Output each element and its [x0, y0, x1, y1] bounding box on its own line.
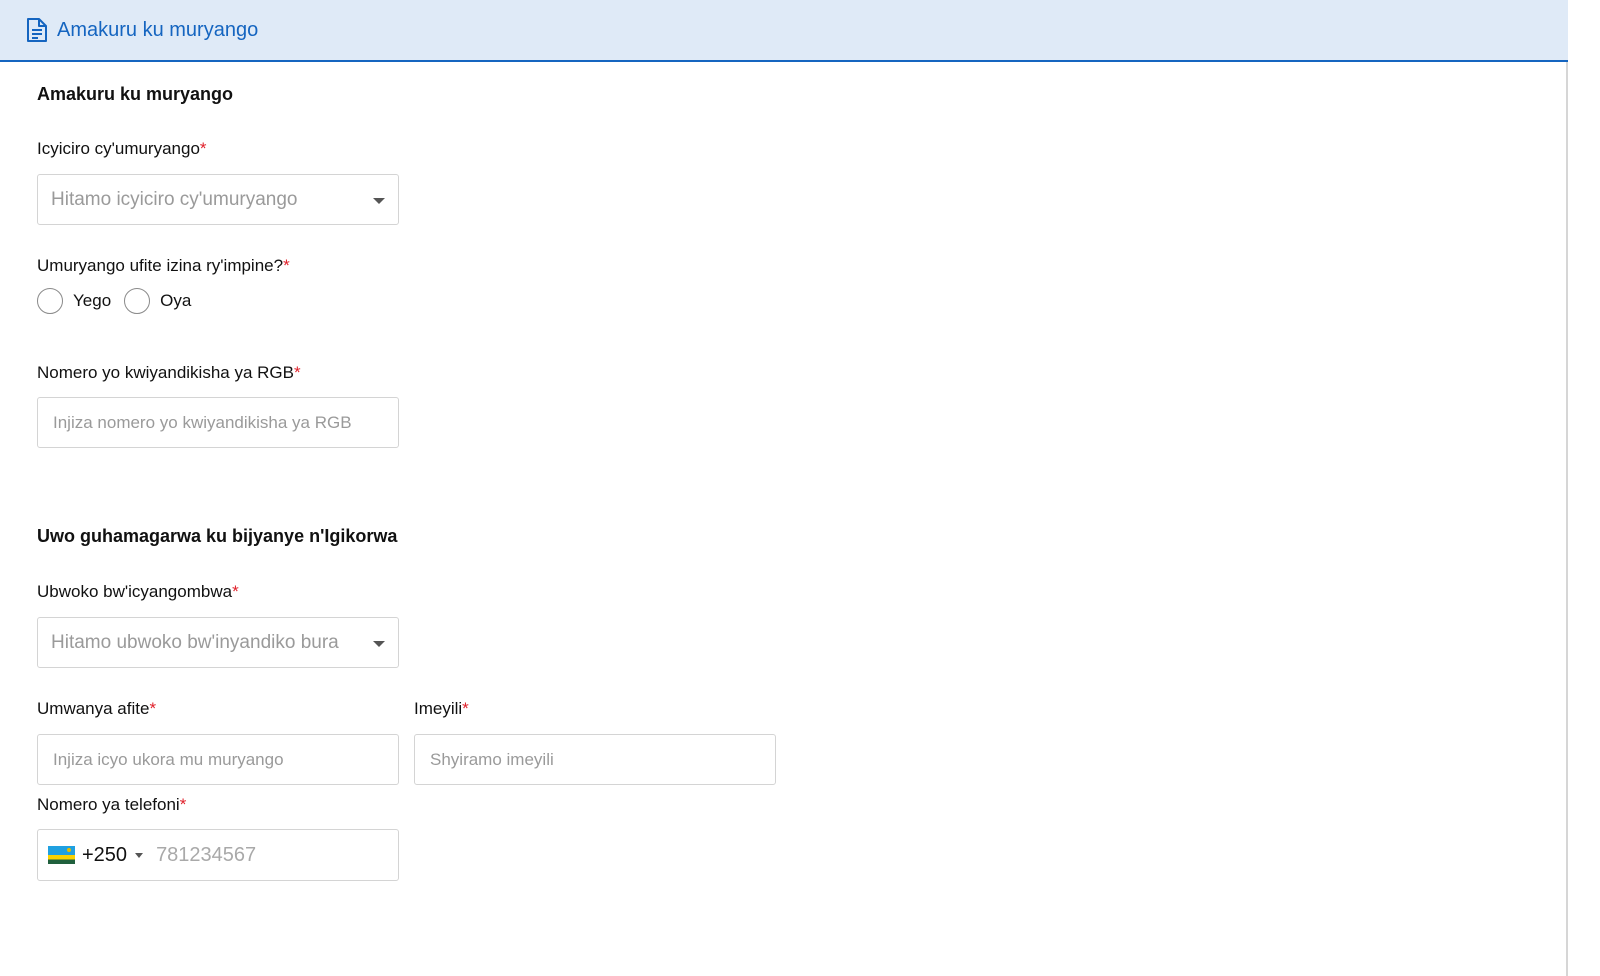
- radio-no-label[interactable]: Oya: [160, 291, 191, 311]
- document-type-label-text: Ubwoko bw'icyangombwa: [37, 582, 233, 601]
- document-type-select[interactable]: Hitamo ubwoko bw'inyandiko bura: [37, 617, 399, 668]
- email-label-text: Imeyili: [414, 699, 463, 718]
- phone-field: +250: [37, 829, 399, 881]
- other-name-radio-group: Yego Oya: [37, 288, 204, 314]
- chevron-down-icon: [373, 641, 385, 647]
- required-marker: *: [462, 699, 469, 718]
- category-label-text: Icyiciro cy'umuryango: [37, 139, 200, 158]
- radio-yes[interactable]: [37, 288, 63, 314]
- radio-yes-label[interactable]: Yego: [73, 291, 111, 311]
- category-select[interactable]: Hitamo icyiciro cy'umuryango: [37, 174, 399, 225]
- other-name-label: Umuryango ufite izina ry'impine?*: [37, 256, 290, 276]
- phone-label: Nomero ya telefoni*: [37, 795, 186, 815]
- category-select-placeholder: Hitamo icyiciro cy'umuryango: [51, 188, 298, 210]
- panel-right-border: [1566, 62, 1568, 976]
- rwanda-flag-icon[interactable]: [48, 846, 75, 864]
- document-type-label: Ubwoko bw'icyangombwa*: [37, 582, 239, 602]
- required-marker: *: [232, 582, 239, 601]
- required-marker: *: [179, 795, 187, 814]
- required-marker: *: [283, 256, 290, 275]
- phone-label-text: Nomero ya telefoni: [37, 795, 180, 814]
- other-name-label-text: Umuryango ufite izina ry'impine?: [37, 256, 284, 275]
- phone-number-input[interactable]: [156, 843, 377, 867]
- header-title: Amakuru ku muryango: [57, 18, 259, 41]
- email-label: Imeyili*: [414, 699, 469, 719]
- section-title-contact: Uwo guhamagarwa ku bijyanye n'Igikorwa: [37, 526, 398, 546]
- document-type-select-placeholder: Hitamo ubwoko bw'inyandiko bura: [51, 631, 339, 653]
- position-input[interactable]: [37, 734, 399, 785]
- rgb-number-input[interactable]: [37, 397, 399, 448]
- required-marker: *: [199, 139, 207, 158]
- country-dial-code[interactable]: +250: [82, 844, 127, 867]
- page-header: Amakuru ku muryango: [0, 0, 1568, 62]
- email-input[interactable]: [414, 734, 776, 785]
- required-marker: *: [293, 363, 301, 382]
- required-marker: *: [149, 699, 157, 718]
- rgb-number-label-text: Nomero yo kwiyandikisha ya RGB: [37, 363, 294, 382]
- document-icon: [26, 17, 48, 43]
- radio-no[interactable]: [124, 288, 151, 314]
- chevron-down-icon[interactable]: [135, 852, 144, 858]
- category-label: Icyiciro cy'umuryango*: [37, 139, 207, 159]
- chevron-down-icon: [373, 198, 385, 204]
- section-title-family-info: Amakuru ku muryango: [37, 84, 234, 104]
- rgb-number-label: Nomero yo kwiyandikisha ya RGB*: [37, 363, 301, 383]
- position-label-text: Umwanya afite: [37, 699, 150, 718]
- position-label: Umwanya afite*: [37, 699, 156, 719]
